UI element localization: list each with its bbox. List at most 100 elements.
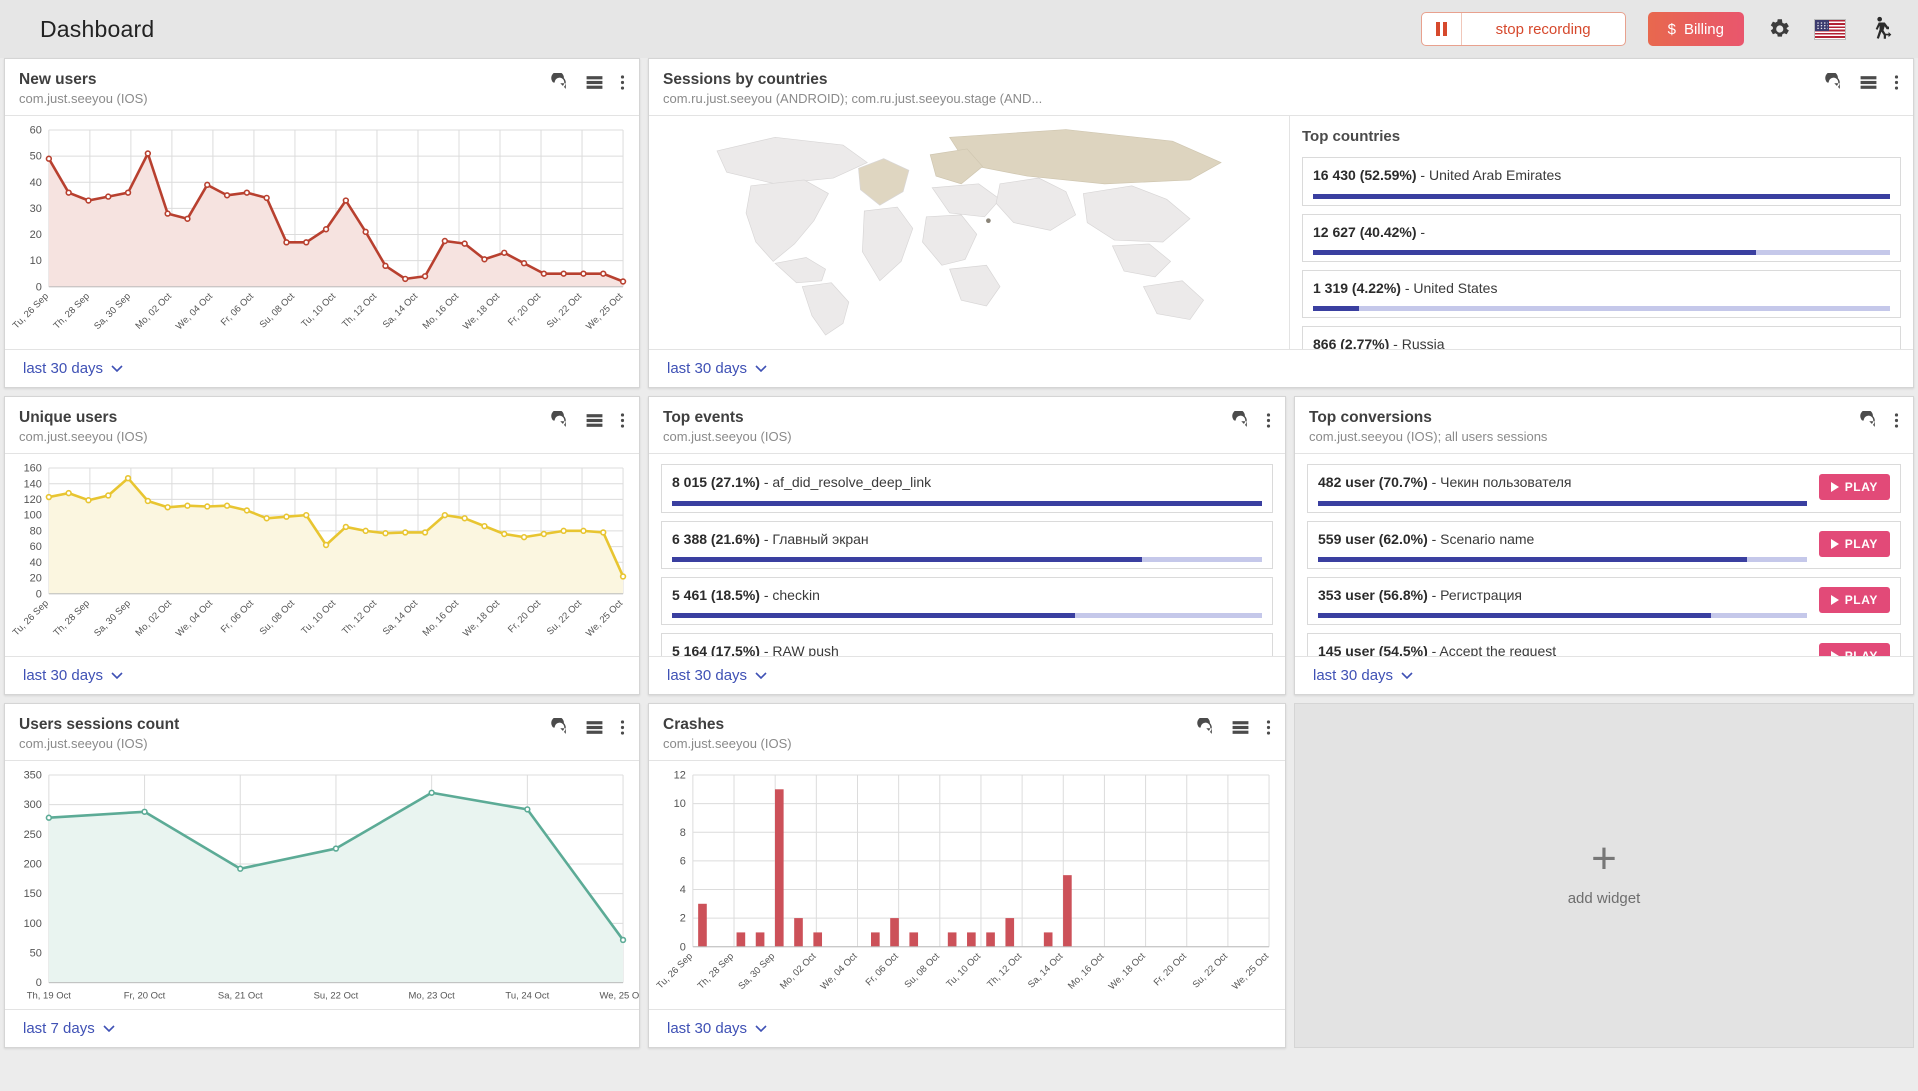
svg-text:Tu, 24 Oct: Tu, 24 Oct (505, 991, 549, 1002)
widget-title: Unique users (19, 409, 118, 426)
list-view-icon[interactable] (585, 718, 604, 737)
svg-text:100: 100 (24, 918, 42, 930)
play-label: PLAY (1844, 480, 1878, 495)
svg-text:4: 4 (680, 884, 686, 896)
list-item[interactable]: 482 user (70.7%) - Чекин пользователя PLA… (1307, 464, 1901, 513)
refresh-icon[interactable] (1859, 411, 1878, 430)
play-button[interactable]: PLAY (1818, 642, 1890, 656)
user-switch-icon[interactable] (1868, 15, 1896, 43)
date-range-label: last 30 days (667, 667, 748, 684)
widget-subtitle: com.just.seeyou (IOS); all users session… (1309, 429, 1548, 445)
widget-header: Top events com.just.seeyou (IOS) (649, 397, 1285, 455)
widget-header: New users com.just.seeyou (IOS) (5, 59, 639, 117)
svg-text:Mo, 02 Oct: Mo, 02 Oct (778, 951, 819, 992)
date-range-selector[interactable]: last 7 days (23, 1020, 115, 1037)
gear-icon[interactable] (1766, 16, 1792, 42)
widget-new-users: New users com.just.seeyou (IOS) 0 10 20 30 4… (4, 58, 640, 388)
list-item-bar-track (1313, 305, 1890, 311)
list-view-icon[interactable] (1859, 73, 1878, 92)
svg-text:40: 40 (30, 177, 42, 189)
widget-header: Crashes com.just.seeyou (IOS) (649, 704, 1285, 762)
list-item-label: 145 user (54.5%) - Accept the request (1318, 642, 1557, 656)
play-button[interactable]: PLAY (1818, 474, 1890, 501)
svg-text:Th, 19 Oct: Th, 19 Oct (27, 991, 72, 1002)
dashboard-row-3: Users sessions count com.just.seeyou (IO… (4, 703, 1914, 1048)
widget-footer: last 30 days (649, 1009, 1285, 1047)
list-item[interactable]: 559 user (62.0%) - Scenario name PLAY (1307, 520, 1901, 569)
chevron-down-icon (103, 1025, 115, 1032)
play-icon (1830, 650, 1839, 656)
svg-text:Sa, 14 Oct: Sa, 14 Oct (381, 598, 421, 638)
list-item[interactable]: 6 388 (21.6%) - Главный экран (661, 520, 1273, 569)
pause-icon (1422, 13, 1462, 45)
list-item[interactable]: 8 015 (27.1%) - af_did_resolve_deep_link (661, 464, 1273, 513)
list-view-icon[interactable] (585, 411, 604, 430)
list-view-icon[interactable] (585, 73, 604, 92)
list-item[interactable]: 16 430 (52.59%) - United Arab Emirates (1302, 157, 1901, 206)
us-flag-icon[interactable] (1814, 18, 1846, 40)
top-countries-title: Top countries (1302, 128, 1401, 146)
date-range-selector[interactable]: last 30 days (23, 667, 123, 684)
billing-button[interactable]: $ Billing (1647, 12, 1744, 46)
more-options-icon[interactable] (620, 411, 625, 430)
list-item[interactable]: 353 user (56.8%) - Регистрация PLAY (1307, 576, 1901, 625)
svg-text:We, 18 Oct: We, 18 Oct (1107, 951, 1148, 992)
svg-text:60: 60 (30, 542, 42, 554)
svg-text:Sa, 30 Sep: Sa, 30 Sep (736, 951, 777, 992)
widget-subtitle: com.just.seeyou (IOS) (19, 91, 148, 107)
stop-recording-button[interactable]: stop recording (1420, 12, 1626, 46)
widget-unique-users: Unique users com.just.seeyou (IOS) 0 20 40… (4, 396, 640, 695)
svg-text:We, 18 Oct: We, 18 Oct (461, 291, 502, 332)
widget-users-sessions-count: Users sessions count com.just.seeyou (IO… (4, 703, 640, 1048)
svg-text:Tu, 26 Sep: Tu, 26 Sep (11, 291, 51, 331)
svg-text:0: 0 (36, 589, 42, 601)
refresh-icon[interactable] (550, 718, 569, 737)
play-button[interactable]: PLAY (1818, 530, 1890, 557)
list-item[interactable]: 1 319 (4.22%) - United States (1302, 269, 1901, 318)
svg-text:We, 04 Oct: We, 04 Oct (174, 291, 215, 332)
date-range-selector[interactable]: last 30 days (667, 1020, 767, 1037)
list-item-bar-fill (672, 556, 1143, 562)
list-item-bar-track (1318, 500, 1807, 506)
more-options-icon[interactable] (1266, 411, 1271, 430)
refresh-icon[interactable] (1824, 73, 1843, 92)
svg-text:Su, 08 Oct: Su, 08 Oct (258, 291, 298, 331)
widget-footer: last 30 days (5, 656, 639, 694)
svg-text:12: 12 (674, 770, 686, 782)
refresh-icon[interactable] (550, 73, 569, 92)
refresh-icon[interactable] (1196, 718, 1215, 737)
more-options-icon[interactable] (620, 718, 625, 737)
date-range-selector[interactable]: last 30 days (23, 360, 123, 377)
more-options-icon[interactable] (620, 73, 625, 92)
more-options-icon[interactable] (1894, 411, 1899, 430)
widget-title: Sessions by countries (663, 71, 828, 88)
list-item[interactable]: 145 user (54.5%) - Accept the request PLA… (1307, 632, 1901, 656)
more-options-icon[interactable] (1266, 718, 1271, 737)
list-item[interactable]: 5 164 (17.5%) - RAW push (661, 632, 1273, 656)
play-button[interactable]: PLAY (1818, 586, 1890, 613)
svg-text:We, 04 Oct: We, 04 Oct (174, 598, 215, 639)
chevron-down-icon (755, 365, 767, 372)
date-range-selector[interactable]: last 30 days (667, 360, 767, 377)
add-widget-button[interactable]: + add widget (1294, 703, 1914, 1048)
widget-top-events: Top events com.just.seeyou (IOS) 8 015 (… (648, 396, 1286, 695)
refresh-icon[interactable] (1231, 411, 1250, 430)
world-map[interactable] (649, 116, 1289, 349)
top-countries-panel: Top countries 16 430 (52.59%) - United A… (1289, 116, 1913, 349)
date-range-selector[interactable]: last 30 days (1313, 667, 1413, 684)
list-item[interactable]: 5 461 (18.5%) - checkin (661, 576, 1273, 625)
list-item-bar-fill (1318, 556, 1747, 562)
svg-text:140: 140 (24, 479, 42, 491)
svg-text:150: 150 (24, 889, 42, 901)
list-item[interactable]: 12 627 (40.42%) - (1302, 213, 1901, 262)
svg-text:Th, 28 Sep: Th, 28 Sep (51, 291, 92, 332)
list-item[interactable]: 866 (2.77%) - Russia (1302, 325, 1901, 349)
list-view-icon[interactable] (1231, 718, 1250, 737)
date-range-selector[interactable]: last 30 days (667, 667, 767, 684)
svg-text:120: 120 (24, 494, 42, 506)
svg-text:Th, 12 Oct: Th, 12 Oct (985, 951, 1024, 990)
widget-crashes: Crashes com.just.seeyou (IOS) 0 2 4 6 8 10 12 T… (648, 703, 1286, 1048)
svg-text:We, 18 Oct: We, 18 Oct (461, 598, 502, 639)
refresh-icon[interactable] (550, 411, 569, 430)
more-options-icon[interactable] (1894, 73, 1899, 92)
